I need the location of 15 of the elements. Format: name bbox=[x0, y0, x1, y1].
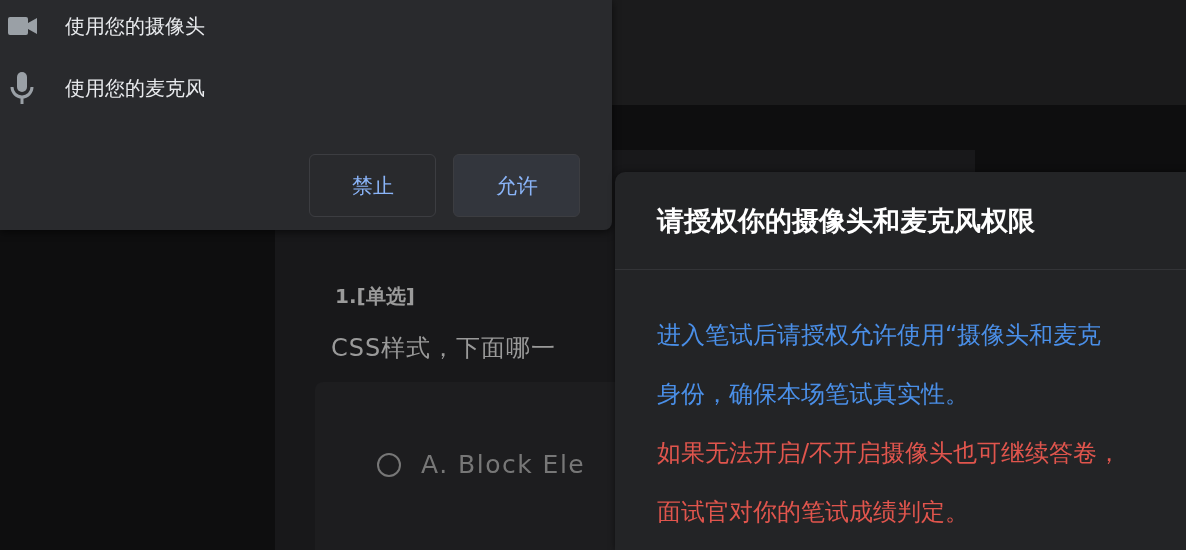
video-camera-icon bbox=[7, 17, 37, 35]
warning-text: 面试官对你的笔试成绩判定。 bbox=[657, 497, 970, 528]
question-number: 1.[单选] bbox=[335, 283, 415, 310]
block-button[interactable]: 禁止 bbox=[309, 154, 436, 217]
notice-text: 身份，确保本场笔试真实性。 bbox=[657, 379, 970, 410]
radio-button[interactable] bbox=[377, 452, 401, 477]
permission-label: 使用您的摄像头 bbox=[65, 12, 205, 40]
question-text: CSS样式，下面哪一 bbox=[331, 333, 557, 364]
allow-button[interactable]: 允许 bbox=[453, 154, 580, 217]
dialog-title: 请授权你的摄像头和麦克风权限 bbox=[657, 203, 1035, 238]
notice-text: 进入笔试后请授权允许使用“摄像头和麦克 bbox=[657, 320, 1103, 351]
permission-label: 使用您的麦克风 bbox=[65, 74, 205, 102]
microphone-icon bbox=[10, 72, 34, 104]
warning-text: 如果无法开启/不开启摄像头也可继续答卷， bbox=[657, 438, 1123, 469]
option-label: A. Block Ele bbox=[421, 450, 586, 479]
